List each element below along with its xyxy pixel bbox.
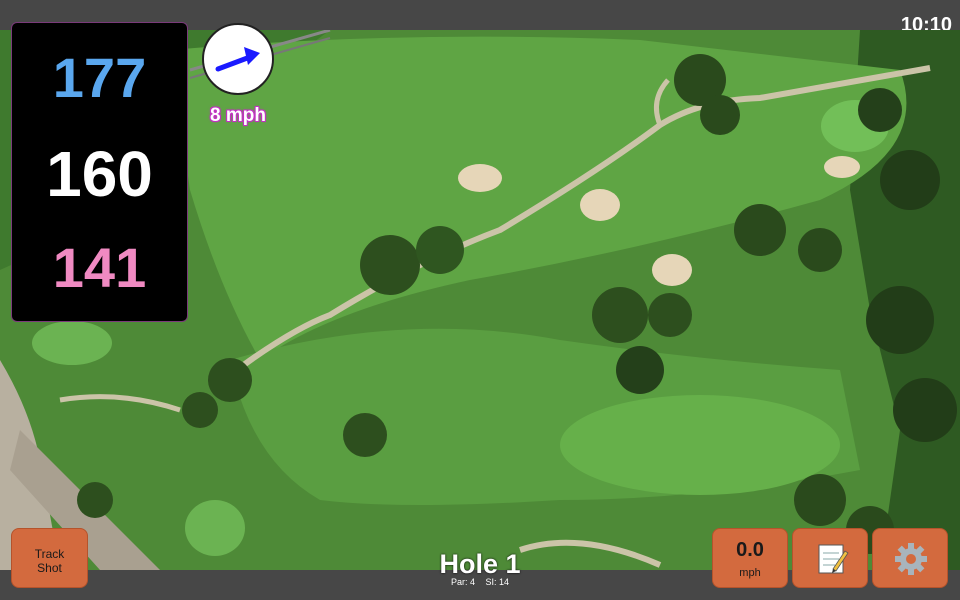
track-shot-button[interactable]: Track Shot bbox=[11, 528, 88, 588]
hole-info: Par: 4 SI: 14 bbox=[380, 577, 580, 587]
track-shot-label-line1: Track bbox=[34, 547, 65, 561]
speed-value: 0.0 bbox=[736, 539, 764, 561]
wind-speed: 8 mph bbox=[210, 105, 266, 126]
track-shot-label-line2: Shot bbox=[37, 561, 62, 575]
front-distance: 141 bbox=[52, 236, 147, 299]
notes-button[interactable] bbox=[792, 528, 868, 588]
hole-stroke-index: SI: 14 bbox=[485, 577, 510, 587]
gear-icon bbox=[895, 543, 927, 575]
hole-par: Par: 4 bbox=[450, 577, 475, 587]
wind-direction-arrow-icon bbox=[215, 47, 260, 72]
back-distance: 177 bbox=[52, 46, 147, 109]
notepad-icon bbox=[818, 544, 849, 574]
speed-button[interactable]: 0.0 mph bbox=[712, 528, 788, 588]
wind-indicator bbox=[202, 23, 274, 95]
middle-distance: 160 bbox=[46, 138, 153, 210]
speed-unit: mph bbox=[739, 567, 761, 579]
hole-title: Hole 1 bbox=[439, 549, 521, 579]
settings-button[interactable] bbox=[872, 528, 948, 588]
distance-panel: 177 160 141 bbox=[11, 22, 188, 322]
